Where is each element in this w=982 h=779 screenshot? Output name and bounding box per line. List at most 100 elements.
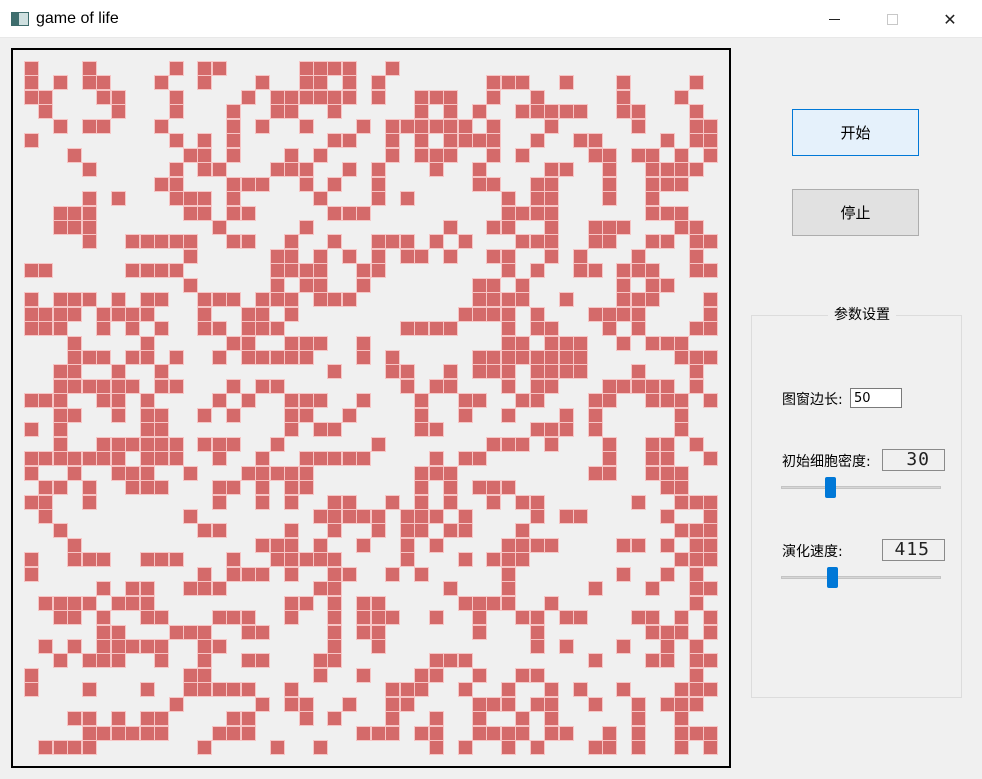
live-cell (68, 308, 81, 321)
live-cell (444, 250, 457, 263)
live-cell (473, 308, 486, 321)
live-cell (343, 250, 356, 263)
live-cell (170, 626, 183, 639)
live-cell (300, 394, 313, 407)
live-cell (227, 149, 240, 162)
stop-button[interactable]: 停止 (792, 189, 919, 236)
speed-slider-track[interactable] (781, 576, 941, 579)
live-cell (54, 322, 67, 335)
live-cell (314, 423, 327, 436)
live-cell (372, 192, 385, 205)
live-cell (112, 409, 125, 422)
live-cell (531, 510, 544, 523)
live-cell (198, 76, 211, 89)
live-cell (242, 207, 255, 220)
live-cell (198, 62, 211, 75)
live-cell (473, 698, 486, 711)
live-cell (459, 394, 472, 407)
live-cell (300, 91, 313, 104)
live-cell (155, 178, 168, 191)
live-cell (83, 163, 96, 176)
live-cell (690, 351, 703, 364)
speed-slider-thumb[interactable] (827, 567, 838, 588)
window-size-input[interactable] (850, 388, 902, 408)
live-cell (386, 727, 399, 740)
live-cell (617, 640, 630, 653)
live-cell (372, 163, 385, 176)
live-cell (285, 683, 298, 696)
live-cell (516, 438, 529, 451)
live-cell (314, 91, 327, 104)
live-cell (372, 264, 385, 277)
live-cell (502, 250, 515, 263)
live-cell (502, 568, 515, 581)
density-slider-thumb[interactable] (825, 477, 836, 498)
live-cell (328, 452, 341, 465)
minimize-button[interactable] (805, 0, 863, 38)
live-cell (141, 553, 154, 566)
start-button[interactable]: 开始 (792, 109, 919, 156)
live-cell (83, 452, 96, 465)
live-cell (473, 611, 486, 624)
live-cell (285, 163, 298, 176)
live-cell (444, 322, 457, 335)
live-cell (155, 423, 168, 436)
live-cell (473, 452, 486, 465)
live-cell (516, 279, 529, 292)
live-cell (343, 207, 356, 220)
live-cell (213, 727, 226, 740)
live-cell (83, 207, 96, 220)
live-cell (603, 163, 616, 176)
live-cell (328, 553, 341, 566)
live-cell (242, 235, 255, 248)
live-cell (632, 496, 645, 509)
live-cell (126, 351, 139, 364)
live-cell (415, 409, 428, 422)
live-cell (690, 683, 703, 696)
live-cell (83, 293, 96, 306)
live-cell (97, 394, 110, 407)
live-cell (401, 192, 414, 205)
live-cell (516, 669, 529, 682)
maximize-button[interactable] (863, 0, 921, 38)
live-cell (502, 264, 515, 277)
live-cell (198, 582, 211, 595)
game-board[interactable] (11, 48, 731, 768)
live-cell (372, 76, 385, 89)
live-cell (661, 467, 674, 480)
app-icon (11, 11, 29, 26)
live-cell (39, 308, 52, 321)
live-cell (531, 423, 544, 436)
live-cell (473, 727, 486, 740)
live-cell (444, 120, 457, 133)
density-slider-track[interactable] (781, 486, 941, 489)
live-cell (690, 438, 703, 451)
live-cell (198, 293, 211, 306)
live-cell (704, 683, 717, 696)
live-cell (661, 134, 674, 147)
live-cell (314, 279, 327, 292)
live-cell (25, 264, 38, 277)
live-cell (54, 365, 67, 378)
live-cell (415, 524, 428, 537)
live-cell (415, 322, 428, 335)
live-cell (25, 134, 38, 147)
live-cell (372, 597, 385, 610)
live-cell (502, 351, 515, 364)
live-cell (357, 207, 370, 220)
live-cell (560, 293, 573, 306)
live-cell (184, 235, 197, 248)
live-cell (300, 481, 313, 494)
live-cell (25, 91, 38, 104)
live-cell (516, 235, 529, 248)
live-cell (54, 481, 67, 494)
live-cell (155, 640, 168, 653)
close-button[interactable]: ✕ (921, 0, 979, 38)
live-cell (256, 351, 269, 364)
live-cell (372, 91, 385, 104)
live-cell (83, 496, 96, 509)
live-cell (314, 76, 327, 89)
live-cell (459, 683, 472, 696)
live-cell (227, 568, 240, 581)
live-cell (617, 380, 630, 393)
